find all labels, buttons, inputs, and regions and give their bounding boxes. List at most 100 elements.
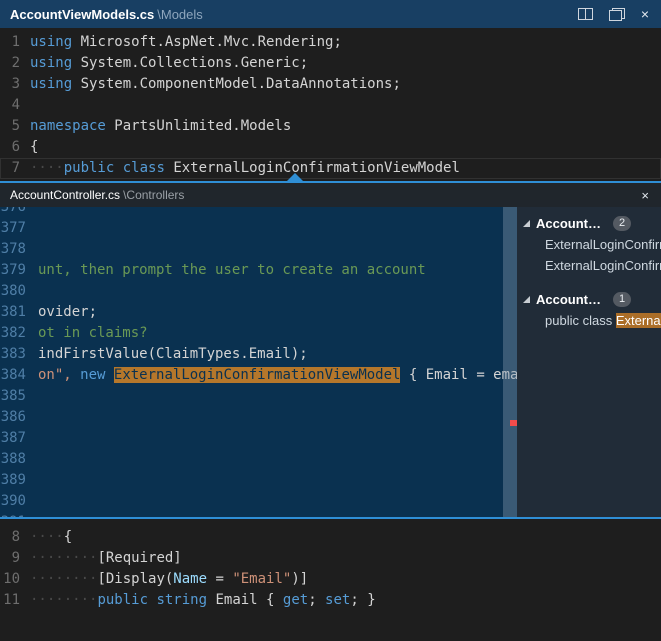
peek-editor[interactable]: 376377378379 unt, then prompt the user to… — [0, 207, 517, 517]
line-number: 7 — [0, 158, 20, 179]
chevron-expanded-icon[interactable] — [523, 296, 530, 303]
code-line-387[interactable]: 387 — [0, 428, 517, 449]
code-line-4[interactable]: 4 — [0, 95, 661, 116]
reference-group-label: Account… — [536, 216, 601, 231]
title-bar-actions: × — [578, 7, 649, 21]
file-path: \Models — [157, 7, 203, 22]
peek-anchor-arrow — [287, 173, 303, 181]
code-line-385[interactable]: 385 — [0, 386, 517, 407]
line-number: 382 — [0, 323, 26, 344]
line-number: 384 — [0, 365, 26, 386]
line-number: 378 — [0, 239, 26, 260]
code-line-391[interactable]: 391 — [0, 512, 517, 517]
code-text: ····public class ExternalLoginConfirmati… — [30, 158, 460, 179]
reference-group-row[interactable]: Account… 2 — [517, 213, 661, 234]
error-marker — [510, 420, 517, 426]
reference-group-row[interactable]: Account… 1 — [517, 289, 661, 310]
code-text: ····{ — [30, 527, 72, 548]
peek-view: AccountController.cs \Controllers × 3763… — [0, 181, 661, 519]
line-number: 391 — [0, 512, 26, 517]
line-number: 389 — [0, 470, 26, 491]
split-editor-icon[interactable] — [578, 8, 593, 20]
code-line-6[interactable]: 6{ — [0, 137, 661, 158]
code-line-380[interactable]: 380 — [0, 281, 517, 302]
line-number: 11 — [0, 590, 20, 611]
code-line-8[interactable]: 8 ····{ — [0, 527, 661, 548]
code-text: using System.Collections.Generic; — [30, 53, 308, 74]
code-line-10[interactable]: 10 ········[Display(Name = "Email")] — [0, 569, 661, 590]
editor-code-top[interactable]: 1 using Microsoft.AspNet.Mvc.Rendering; 2u… — [0, 28, 661, 181]
peek-scrollbar[interactable] — [503, 207, 517, 517]
line-number: 2 — [0, 53, 20, 74]
code-line-381[interactable]: 381 ovider; — [0, 302, 517, 323]
code-text: on", new ExternalLoginConfirmationViewMo… — [38, 365, 517, 386]
code-text: ········[Display(Name = "Email")] — [30, 569, 308, 590]
line-number: 387 — [0, 428, 26, 449]
reference-item[interactable]: ExternalLoginConfirmationViewModel — [517, 234, 661, 255]
code-line-379[interactable]: 379 unt, then prompt the user to create a… — [0, 260, 517, 281]
peek-body: 376377378379 unt, then prompt the user to… — [0, 207, 661, 517]
code-line-386[interactable]: 386 — [0, 407, 517, 428]
code-line-2[interactable]: 2 using System.Collections.Generic; — [0, 53, 661, 74]
code-line-5[interactable]: 5 namespace PartsUnlimited.Models — [0, 116, 661, 137]
line-number: 5 — [0, 116, 20, 137]
peek-file-name: AccountController.cs — [10, 188, 120, 202]
line-number: 376 — [0, 207, 26, 218]
code-line-382[interactable]: 382 ot in claims? — [0, 323, 517, 344]
code-line-376[interactable]: 376 — [0, 207, 517, 218]
peek-file-path: \Controllers — [123, 188, 184, 202]
line-number: 379 — [0, 260, 26, 281]
peek-references-panel: Account… 2 ExternalLoginConfirmationView… — [517, 207, 661, 517]
editor-window: AccountViewModels.cs \Models × 1 using Mi… — [0, 0, 661, 641]
code-line-388[interactable]: 388 — [0, 449, 517, 470]
code-text: namespace PartsUnlimited.Models — [30, 116, 291, 137]
code-text: ovider; — [38, 302, 97, 323]
code-line-389[interactable]: 389 — [0, 470, 517, 491]
code-line-378[interactable]: 378 — [0, 239, 517, 260]
reference-count-badge: 2 — [613, 216, 631, 231]
code-text: using System.ComponentModel.DataAnnotati… — [30, 74, 401, 95]
line-number: 381 — [0, 302, 26, 323]
code-line-3[interactable]: 3 using System.ComponentModel.DataAnnotat… — [0, 74, 661, 95]
code-text: unt, then prompt the user to create an a… — [38, 260, 426, 281]
code-line-384[interactable]: 384 on", new ExternalLoginConfirmationVie… — [0, 365, 517, 386]
code-text: using Microsoft.AspNet.Mvc.Rendering; — [30, 32, 342, 53]
code-line-383[interactable]: 383 indFirstValue(ClaimTypes.Email); — [0, 344, 517, 365]
code-line-7[interactable]: 7 ····public class ExternalLoginConfirmat… — [0, 158, 661, 179]
code-line-390[interactable]: 390 — [0, 491, 517, 512]
peek-code: 376377378379 unt, then prompt the user to… — [0, 207, 517, 517]
line-number: 8 — [0, 527, 20, 548]
line-number: 390 — [0, 491, 26, 512]
chevron-expanded-icon[interactable] — [523, 220, 530, 227]
code-line-1[interactable]: 1 using Microsoft.AspNet.Mvc.Rendering; — [0, 32, 661, 53]
reference-text: public class — [545, 313, 616, 328]
line-number: 9 — [0, 548, 20, 569]
code-line-11[interactable]: 11 ········public string Email { get; set… — [0, 590, 661, 611]
line-number: 386 — [0, 407, 26, 428]
editor-code-bottom[interactable]: 8 ····{ 9 ········[Required] 10 ········[Disp… — [0, 519, 661, 641]
close-icon[interactable]: × — [641, 7, 649, 21]
code-line-9[interactable]: 9 ········[Required] — [0, 548, 661, 569]
code-text: indFirstValue(ClaimTypes.Email); — [38, 344, 308, 365]
reference-item[interactable]: ExternalLoginConfirmationViewModel — [517, 255, 661, 276]
code-text: ot in claims? — [38, 323, 148, 344]
side-by-side-icon[interactable] — [609, 8, 625, 21]
peek-close-icon[interactable]: × — [641, 189, 649, 202]
line-number: 10 — [0, 569, 20, 590]
editor-title-bar: AccountViewModels.cs \Models × — [0, 0, 661, 28]
reference-item[interactable]: public class ExternalLoginConfirmationVi… — [517, 310, 661, 331]
code-text: ········[Required] — [30, 548, 182, 569]
code-text: { — [30, 137, 38, 158]
line-number: 388 — [0, 449, 26, 470]
reference-match-highlight: ExternalLoginConfirmationViewModel — [616, 313, 661, 328]
line-number: 4 — [0, 95, 20, 116]
line-number: 383 — [0, 344, 26, 365]
line-number: 1 — [0, 32, 20, 53]
code-text: ········public string Email { get; set; … — [30, 590, 376, 611]
code-line-377[interactable]: 377 — [0, 218, 517, 239]
reference-group-label: Account… — [536, 292, 601, 307]
line-number: 6 — [0, 137, 20, 158]
line-number: 3 — [0, 74, 20, 95]
line-number: 380 — [0, 281, 26, 302]
file-name: AccountViewModels.cs — [10, 7, 154, 22]
